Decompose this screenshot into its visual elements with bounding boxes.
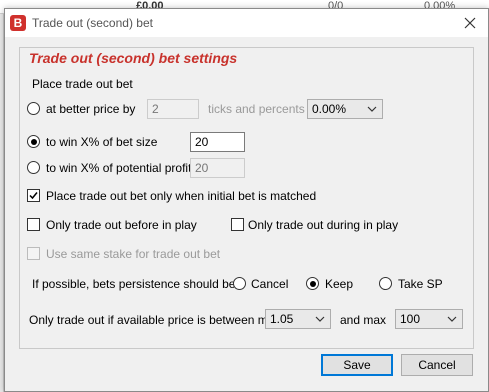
persistence-label: If possible, bets persistence should be:	[32, 277, 239, 291]
max-price-label: and max	[340, 313, 387, 327]
ticks-percents-label: ticks and percents	[208, 102, 305, 116]
checkbox-same-stake[interactable]	[27, 247, 40, 260]
close-icon	[464, 17, 476, 29]
max-price-select[interactable]: 100	[395, 309, 463, 329]
only-when-matched-label: Place trade out bet only when initial be…	[46, 189, 317, 203]
chevron-down-icon	[367, 106, 377, 112]
price-range-label: Only trade out if available price is bet…	[29, 313, 278, 327]
better-price-ticks-input[interactable]: 2	[147, 99, 199, 119]
title-bar[interactable]: B Trade out (second) bet	[5, 9, 488, 37]
chevron-down-icon	[447, 316, 457, 322]
persistence-cancel-label: Cancel	[251, 277, 289, 291]
betfair-bot-icon: B	[10, 15, 26, 31]
min-price-value: 1.05	[270, 312, 294, 326]
radio-persistence-keep[interactable]	[306, 277, 319, 290]
checkbox-before-in-play[interactable]	[27, 218, 40, 231]
percent-select-value: 0.00%	[312, 102, 347, 116]
win-profit-input[interactable]: 20	[190, 158, 245, 178]
trade-out-dialog: B Trade out (second) bet Trade out (seco…	[4, 8, 489, 392]
persistence-keep-label: Keep	[325, 277, 354, 291]
checkmark-icon	[29, 192, 38, 200]
chevron-down-icon	[315, 316, 325, 322]
group-title: Trade out (second) bet settings	[29, 50, 238, 66]
win-bet-size-label: to win X% of bet size	[46, 135, 158, 149]
checkbox-only-when-matched[interactable]	[27, 189, 40, 202]
same-stake-label: Use same stake for trade out bet	[46, 247, 221, 261]
min-price-select[interactable]: 1.05	[265, 309, 331, 329]
better-price-percent-select[interactable]: 0.00%	[307, 99, 383, 119]
save-button[interactable]: Save	[321, 354, 393, 376]
win-bet-size-input[interactable]: 20	[190, 132, 245, 152]
persistence-take-sp-label: Take SP	[398, 277, 443, 291]
better-price-label: at better price by	[46, 102, 136, 116]
cancel-button[interactable]: Cancel	[401, 354, 473, 376]
settings-group: Trade out (second) bet settings Place tr…	[19, 47, 474, 349]
radio-persistence-cancel[interactable]	[233, 277, 246, 290]
window-title: Trade out (second) bet	[32, 16, 153, 30]
radio-persistence-take-sp[interactable]	[379, 277, 392, 290]
close-button[interactable]	[456, 11, 484, 35]
radio-win-bet-size[interactable]	[27, 135, 40, 148]
place-trade-out-label: Place trade out bet	[32, 77, 133, 91]
before-in-play-label: Only trade out before in play	[46, 218, 197, 232]
radio-win-profit[interactable]	[27, 161, 40, 174]
radio-better-price[interactable]	[27, 102, 40, 115]
checkbox-during-in-play[interactable]	[231, 218, 244, 231]
during-in-play-label: Only trade out during in play	[248, 218, 399, 232]
max-price-value: 100	[400, 312, 421, 326]
win-profit-label: to win X% of potential profit	[46, 161, 192, 175]
